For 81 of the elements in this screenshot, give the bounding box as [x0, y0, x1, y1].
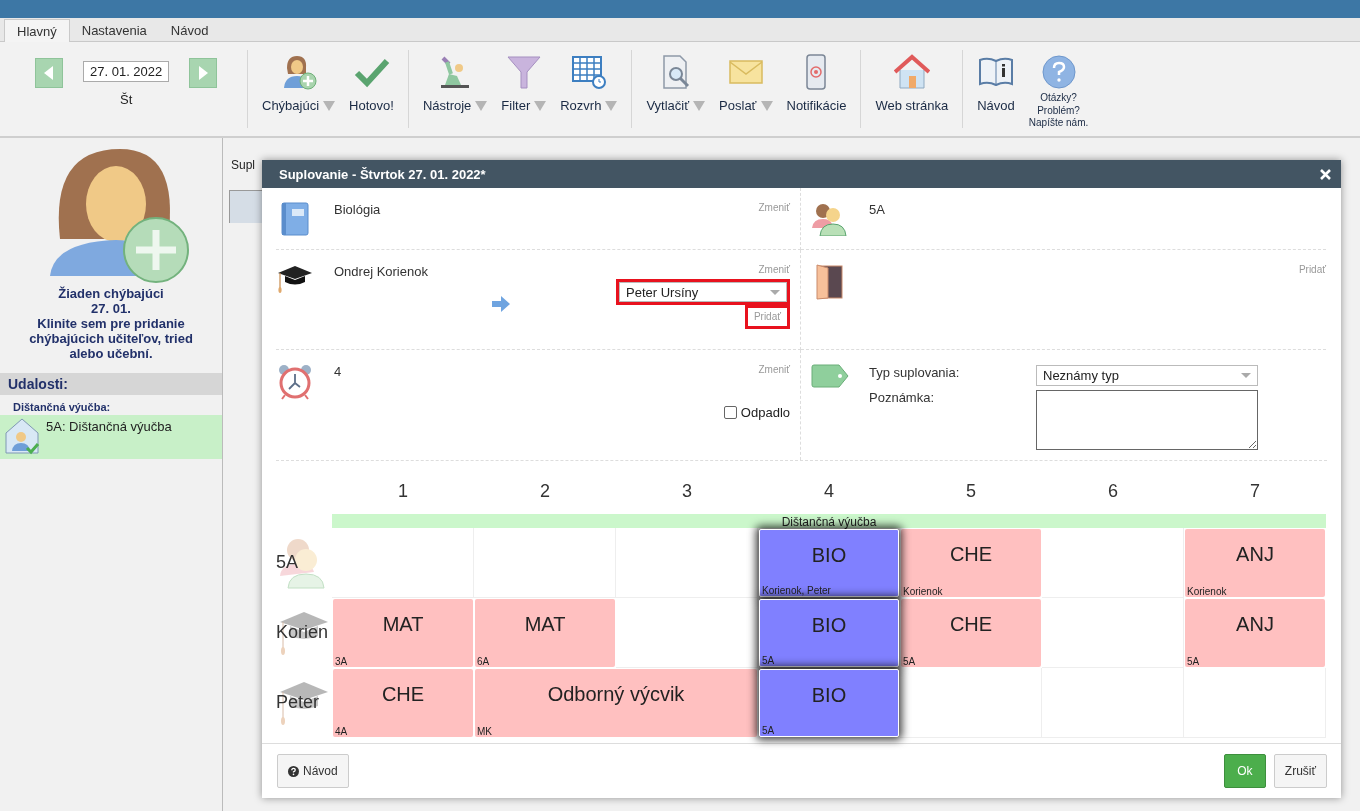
absence-title: Žiaden chýbajúci: [58, 286, 164, 301]
caret-icon[interactable]: [475, 100, 488, 111]
lesson-card[interactable]: ANJ 5A: [1185, 599, 1325, 667]
teacher-name: Ondrej Korienok: [334, 264, 428, 279]
triangle-right-icon: [198, 66, 209, 80]
help-icon[interactable]: [1041, 54, 1076, 90]
event-item[interactable]: 5A: Dištančná výučba: [0, 415, 222, 459]
graduation-cap-icon: [276, 264, 314, 294]
period-header: 2: [539, 481, 551, 502]
lesson-card[interactable]: CHE 5A: [901, 599, 1041, 667]
alarm-clock-icon: [276, 364, 314, 400]
absence-hint: Klinite sem pre pridanie chýbajúcich učiteľov, tried alebo učební.: [28, 316, 194, 361]
ribbon-tab[interactable]: Nastavenia: [69, 19, 159, 42]
page-title: Supl: [231, 158, 256, 172]
help-button[interactable]: Návod: [277, 754, 349, 788]
type-label: Typ suplovania:: [869, 365, 961, 382]
lesson-card[interactable]: MAT 6A: [475, 599, 615, 667]
type-select[interactable]: Neznámy typ: [1036, 365, 1258, 386]
lesson-card[interactable]: CHE 4A: [333, 669, 473, 737]
note-field[interactable]: [1036, 390, 1258, 450]
period-header: 7: [1249, 481, 1261, 502]
lesson-card[interactable]: BIO Korienok, Peter: [759, 529, 899, 597]
lesson-card[interactable]: MAT 3A: [333, 599, 473, 667]
contact-link[interactable]: Otázky? Problém? Napíšte nám.: [1028, 92, 1089, 130]
period-header: 1: [397, 481, 409, 502]
previous-day-button[interactable]: [35, 58, 63, 88]
toolbar-button-label[interactable]: Vytlačiť: [646, 98, 690, 113]
substitute-select[interactable]: Peter Ursíny: [616, 279, 790, 305]
help-icon: [288, 765, 299, 777]
home-person-icon: [4, 417, 40, 455]
date-field[interactable]: 27. 01. 2022: [83, 61, 170, 82]
ribbon-tab[interactable]: Hlavný: [4, 19, 70, 42]
phone-icon[interactable]: [804, 54, 829, 90]
caret-icon[interactable]: [534, 100, 547, 111]
filter-icon[interactable]: [505, 54, 542, 90]
tag-icon: [811, 364, 849, 388]
toolbar-button-label[interactable]: Filter: [501, 98, 531, 113]
event-banner: Dištančná výučba: [332, 514, 1326, 528]
caret-icon[interactable]: [323, 100, 336, 111]
period-header: 5: [965, 481, 977, 502]
caret-icon[interactable]: [605, 100, 618, 111]
toolbar-button-label[interactable]: Nástroje: [422, 98, 472, 113]
close-icon[interactable]: [1320, 168, 1331, 180]
lesson-card[interactable]: BIO 5A: [759, 669, 899, 737]
period-header: 4: [823, 481, 835, 502]
caret-icon[interactable]: [760, 100, 773, 111]
people-icon: [811, 202, 849, 236]
row-label: 5A: [276, 552, 299, 573]
period-header: 3: [681, 481, 693, 502]
section-header: Udalosti:: [0, 373, 222, 395]
calendar-grid-icon[interactable]: [570, 54, 607, 90]
weekday-label: Št: [120, 92, 133, 107]
absence-date: 27. 01.: [91, 301, 131, 316]
toolbar-button-label[interactable]: Notifikácie: [786, 98, 847, 113]
event-group-label: Dištančná výučba:: [13, 401, 111, 413]
lesson-card[interactable]: Odborný výcvik MK: [475, 669, 757, 737]
arrow-right-icon: [491, 296, 510, 312]
ribbon-tab[interactable]: Návod: [158, 19, 221, 42]
toolbar-button-label[interactable]: Chýbajúci: [262, 98, 320, 113]
toolbar-button-label[interactable]: Poslať: [719, 98, 757, 113]
cancelled-checkbox[interactable]: Odpadlo: [723, 405, 790, 420]
next-day-button[interactable]: [189, 58, 218, 88]
note-label: Poznámka:: [869, 390, 936, 407]
lesson-card[interactable]: ANJ Korienok: [1185, 529, 1325, 597]
toolbar-button-label[interactable]: Návod: [977, 98, 1015, 113]
period-number: 4: [334, 364, 342, 379]
row-label: Peter: [276, 692, 320, 713]
lesson-card[interactable]: BIO 5A: [759, 599, 899, 667]
period-header: 6: [1107, 481, 1119, 502]
toolbar-button-label[interactable]: Hotovo!: [349, 98, 394, 113]
toolbar-button-label[interactable]: Rozvrh: [560, 98, 602, 113]
toolbar-button-label[interactable]: Web stránka: [875, 98, 949, 113]
class-name: 5A: [869, 202, 885, 217]
cancel-button[interactable]: Zrušiť: [1273, 754, 1327, 788]
caret-icon[interactable]: [693, 100, 706, 111]
lesson-card[interactable]: CHE Korienok: [901, 529, 1041, 597]
triangle-left-icon: [44, 66, 54, 80]
house-icon[interactable]: [893, 54, 930, 90]
row-label: Korien: [276, 622, 329, 643]
subject-name: Biológia: [334, 202, 381, 217]
dialog-title: Suplovanie - Štvrtok 27. 01. 2022*: [279, 166, 487, 182]
